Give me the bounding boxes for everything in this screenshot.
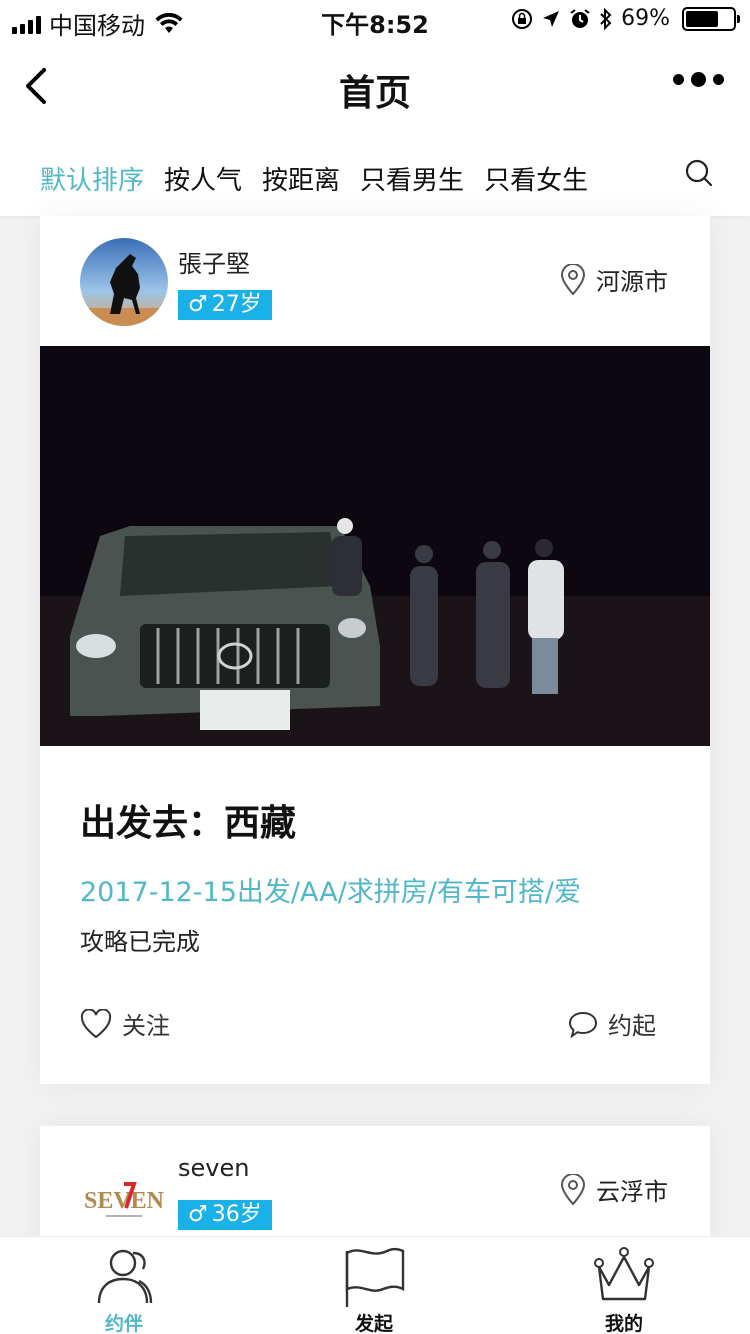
invite-button[interactable]: 约起	[568, 1006, 656, 1041]
rotation-lock-icon	[512, 8, 533, 29]
filter-tab-popularity[interactable]: 按人气	[164, 160, 242, 197]
location-pin-icon	[560, 1173, 586, 1205]
tab-label: 我的	[604, 1313, 643, 1334]
tab-create[interactable]: 发起	[314, 1245, 434, 1334]
post-card[interactable]: 張子堅 ♂ 27岁 河源市 出发去：西藏 2017-12-15出发/AA/求拼房…	[40, 216, 710, 1084]
location-info: 云浮市	[560, 1172, 668, 1207]
bluetooth-icon	[600, 7, 612, 30]
age-text: 27岁	[211, 292, 262, 317]
page-title: 首页	[338, 73, 411, 114]
tab-companion[interactable]: 约伴	[64, 1245, 184, 1334]
trip-title[interactable]: 出发去：西藏	[80, 794, 296, 846]
alarm-icon	[570, 8, 590, 28]
battery-icon	[682, 6, 740, 31]
more-options-icon[interactable]	[673, 72, 724, 87]
avatar[interactable]	[80, 238, 168, 326]
male-symbol-icon: ♂	[188, 292, 208, 317]
status-bar: 中国移动 下午8:52 69%	[0, 0, 750, 40]
filter-tab-distance[interactable]: 按距离	[262, 160, 340, 197]
location-arrow-icon	[543, 10, 560, 27]
location-text: 河源市	[596, 268, 668, 296]
heart-icon	[80, 1008, 112, 1038]
chat-bubble-icon	[568, 1011, 598, 1038]
trip-description: 攻略已完成	[80, 928, 200, 956]
tab-mine[interactable]: 我的	[564, 1245, 684, 1334]
people-icon	[97, 1249, 153, 1304]
avatar[interactable]: SEVEN	[80, 1154, 168, 1242]
battery-percent: 69%	[621, 6, 670, 31]
flag-icon	[345, 1247, 405, 1307]
navigation-bar: 首页	[0, 40, 750, 130]
male-symbol-icon: ♂	[188, 1202, 208, 1227]
horse-avatar-image	[80, 238, 168, 326]
seven-logo-image: SEVEN	[80, 1154, 168, 1242]
night-car-photo	[40, 346, 710, 746]
post-cover-image[interactable]	[40, 346, 710, 746]
trip-tags: 2017-12-15出发/AA/求拼房/有车可搭/爱	[80, 877, 581, 908]
location-text: 云浮市	[596, 1178, 668, 1206]
gender-age-badge: ♂ 27岁	[178, 290, 272, 320]
follow-button[interactable]: 关注	[80, 1006, 170, 1041]
follow-label: 关注	[122, 1012, 170, 1040]
filter-tab-male-only[interactable]: 只看男生	[360, 160, 464, 197]
age-text: 36岁	[211, 1202, 262, 1227]
bottom-tab-bar: 约伴 发起 我的	[0, 1236, 750, 1334]
location-pin-icon	[560, 263, 586, 295]
back-chevron-icon[interactable]	[18, 62, 58, 110]
username[interactable]: seven	[178, 1154, 249, 1182]
filter-tab-female-only[interactable]: 只看女生	[484, 160, 588, 197]
filter-bar: 默认排序 按人气 按距离 只看男生 只看女生	[0, 130, 750, 216]
username[interactable]: 張子堅	[178, 244, 250, 279]
invite-label: 约起	[608, 1012, 656, 1040]
seven-logo-text: SEVEN	[84, 1188, 165, 1214]
filter-tab-default-sort[interactable]: 默认排序	[40, 160, 144, 197]
gender-age-badge: ♂ 36岁	[178, 1200, 272, 1230]
tab-label: 发起	[354, 1313, 393, 1334]
search-icon[interactable]	[684, 158, 714, 188]
tab-label: 约伴	[104, 1313, 143, 1334]
crown-icon	[594, 1247, 654, 1301]
location-info: 河源市	[560, 262, 668, 297]
